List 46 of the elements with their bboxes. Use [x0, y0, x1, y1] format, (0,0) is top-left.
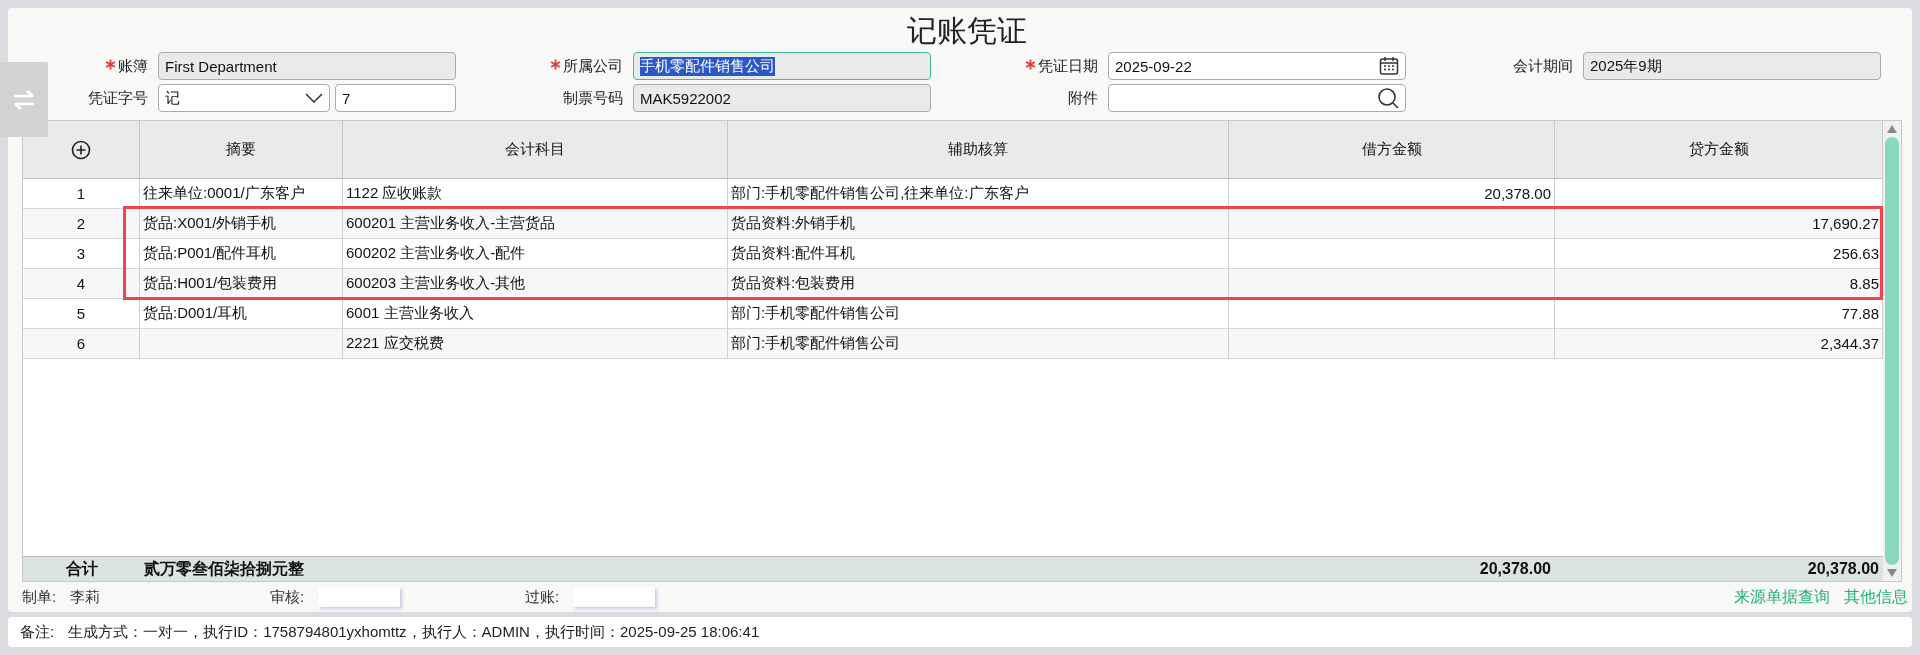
- search-icon: [1377, 87, 1399, 109]
- field-label: 凭证日期: [1038, 56, 1098, 76]
- credit-total: 20,378.00: [1807, 560, 1879, 579]
- input-field[interactable]: [1108, 84, 1406, 112]
- scroll-up-icon[interactable]: [1887, 125, 1897, 133]
- field-label: 所属公司: [563, 56, 623, 76]
- table-cell: 部门:手机零配件销售公司: [728, 329, 1229, 359]
- column-header: 借方金额: [1229, 121, 1555, 178]
- table-cell: 600203 主营业务收入-其他: [343, 269, 728, 299]
- field-label: 账簿: [118, 56, 148, 76]
- page-title: 记账凭证: [906, 13, 1028, 49]
- field-label: 会计期间: [1513, 56, 1573, 76]
- table-cell: 货品:H001/包装费用: [140, 269, 343, 299]
- remark-text: 生成方式：一对一，执行ID：1758794801yxhomttz，执行人：ADMIN，执行时间：2025-09-25 18:06:41: [68, 622, 760, 642]
- column-header: 会计科目: [343, 121, 728, 178]
- field-label: 凭证字号: [88, 88, 148, 108]
- scrollbar[interactable]: [1883, 121, 1901, 582]
- calendar-icon: [1379, 56, 1399, 76]
- field-label: 附件: [1068, 88, 1098, 108]
- input-field[interactable]: 2025-09-22: [1108, 52, 1406, 80]
- table-cell: 货品资料:包装费用: [728, 269, 1229, 299]
- signature-label: 过账:: [525, 587, 560, 607]
- signature-label: 审核:: [270, 587, 305, 607]
- signature-label: 制单:: [22, 587, 57, 607]
- input-field[interactable]: MAK5922002: [633, 84, 931, 112]
- input-field[interactable]: 手机零配件销售公司: [633, 52, 931, 80]
- input-field[interactable]: First Department: [158, 52, 456, 80]
- total-label: 合计: [65, 558, 98, 579]
- debit-total: 20,378.00: [1479, 560, 1551, 579]
- table-cell: 2,344.37: [1555, 329, 1883, 359]
- add-row-icon[interactable]: [71, 139, 91, 160]
- select-field[interactable]: 记: [158, 84, 330, 112]
- side-toggle-button[interactable]: [0, 62, 48, 137]
- input-field[interactable]: 2025年9期: [1583, 52, 1881, 80]
- table-cell: 2221 应交税费: [343, 329, 728, 359]
- scroll-down-icon[interactable]: [1887, 569, 1897, 578]
- row-number: 6: [23, 329, 140, 359]
- chevron-down-icon: [305, 93, 323, 103]
- column-header: 辅助核算: [728, 121, 1229, 178]
- field-label: 制票号码: [563, 88, 623, 108]
- swap-icon: [11, 88, 37, 111]
- remark-label: 备注:: [20, 622, 55, 642]
- column-header: 摘要: [140, 121, 343, 178]
- amount-in-words: 贰万零叁佰柒拾捌元整: [144, 558, 304, 579]
- signature-name: 李莉: [70, 587, 101, 607]
- number-field[interactable]: 7: [335, 84, 456, 112]
